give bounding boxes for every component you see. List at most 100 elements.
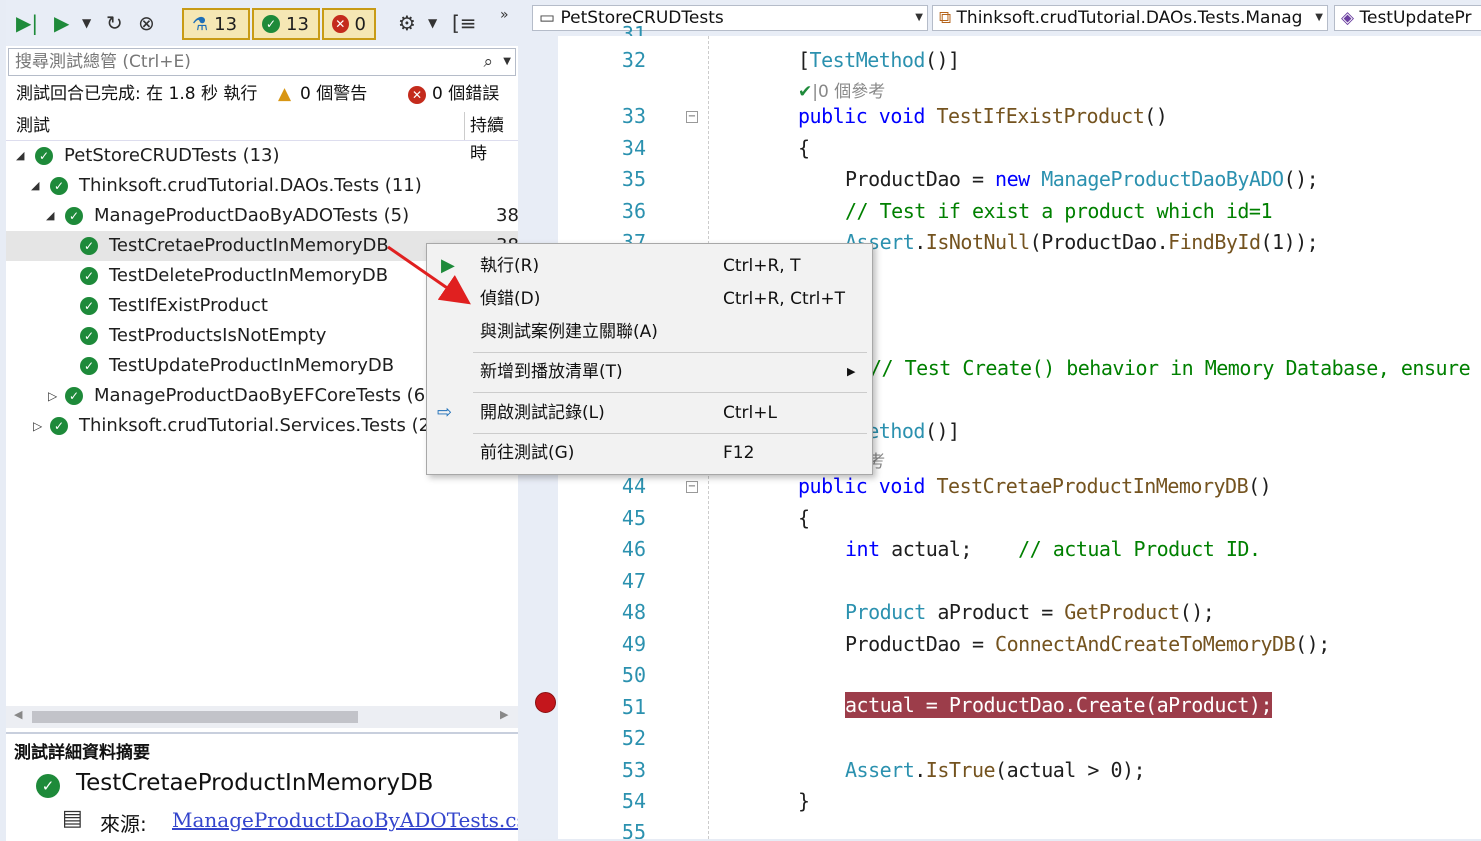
class-dropdown[interactable]: ⧉ Thinksoft.crudTutorial.DAOs.Tests.Mana… (932, 5, 1328, 31)
run-icon[interactable]: ▶ (54, 10, 69, 36)
horizontal-scrollbar[interactable]: ◀ ▶ (6, 706, 518, 728)
expanded-icon[interactable]: ◢ (31, 171, 39, 201)
warning-count[interactable]: 0 個警告 (300, 80, 367, 108)
code-line: Assert.IsNotNull(ProductDao.FindById(1))… (845, 230, 1319, 254)
code-comment: // Test if exist a product which id=1 (845, 199, 1273, 223)
codelens-references[interactable]: ✔|0 個參考 (798, 77, 885, 102)
detail-title: 測試詳細資料摘要 (14, 743, 150, 763)
tree-row-project[interactable]: ◢ ✓ PetStoreCRUDTests (13) (6, 141, 518, 171)
menu-separator (473, 352, 867, 353)
code-comment: // Test Create() behavior in Memory Data… (870, 356, 1481, 380)
line-number: 51 (621, 695, 646, 719)
passed-icon: ✓ (80, 297, 98, 315)
context-menu: ▶ 執行(R) Ctrl+R, T 偵錯(D) Ctrl+R, Ctrl+T 與… (426, 243, 873, 475)
source-file-link[interactable]: ManageProductDaoByADOTests.cs (172, 808, 527, 832)
code-line: ProductDao = new ManageProductDaoByADO()… (845, 167, 1319, 191)
test-detail-summary: 測試詳細資料摘要 ✓ TestCretaeProductInMemoryDB ▤… (6, 732, 527, 841)
passed-tests-counter[interactable]: ✓ 13 (252, 8, 320, 40)
class-icon: ⧉ (939, 8, 957, 28)
project-icon: ▭ (539, 8, 561, 28)
collapsed-icon[interactable]: ▷ (33, 411, 42, 441)
warning-icon: ▲ (278, 84, 292, 104)
line-number: 34 (621, 136, 646, 160)
line-number: 50 (621, 663, 646, 687)
chevron-down-icon[interactable]: ▼ (428, 10, 437, 36)
expanded-icon[interactable]: ◢ (16, 141, 24, 171)
source-label: 來源: (100, 812, 147, 836)
repeat-run-icon[interactable]: ↻ (106, 10, 123, 36)
menu-item-debug[interactable]: 偵錯(D) Ctrl+R, Ctrl+T (427, 283, 872, 315)
menu-item-associate[interactable]: 與測試案例建立關聯(A) (427, 316, 872, 348)
line-number: 52 (621, 726, 646, 750)
line-number: 47 (621, 569, 646, 593)
collapse-icon[interactable]: − (686, 481, 698, 493)
line-number: 48 (621, 600, 646, 624)
line-number: 35 (621, 167, 646, 191)
search-icon[interactable]: ⌕ (483, 49, 493, 75)
document-icon: ▤ (62, 806, 83, 831)
playlist-icon[interactable]: ⚙ (398, 10, 416, 36)
menu-item-open-log[interactable]: ⇨ 開啟測試記錄(L) Ctrl+L (427, 397, 872, 429)
flask-icon: ⚗ (192, 13, 209, 35)
test-explorer-toolbar: ▶| ▶ ▼ ↻ ⊗ ⚗ 13 ✓ 13 ✕ 0 ⚙ ▼ [≡ » (6, 0, 518, 46)
menu-item-go-to-test[interactable]: 前往測試(G) F12 (427, 437, 872, 469)
line-number: 31 (621, 22, 646, 36)
scroll-left-icon[interactable]: ◀ (14, 708, 22, 721)
line-number: 32 (621, 48, 646, 72)
line-number: 46 (621, 537, 646, 561)
breakpoint-icon[interactable] (535, 692, 556, 713)
code-line: public void TestIfExistProduct() (798, 104, 1168, 128)
total-tests-counter[interactable]: ⚗ 13 (182, 8, 250, 40)
scrollbar-thumb[interactable] (32, 711, 358, 723)
passed-icon: ✓ (65, 207, 83, 225)
run-summary: 測試回合已完成: 在 1.8 秒 執行 (16, 84, 258, 104)
open-log-icon: ⇨ (437, 402, 453, 423)
overflow-icon[interactable]: » (500, 2, 509, 28)
collapse-icon[interactable]: − (686, 111, 698, 123)
search-input[interactable]: 搜尋測試總管 (Ctrl+E) ⌕ ▼ (8, 48, 516, 76)
passed-icon: ✓ (50, 417, 68, 435)
scroll-right-icon[interactable]: ▶ (500, 708, 508, 721)
expanded-icon[interactable]: ◢ (46, 201, 54, 231)
menu-item-run[interactable]: ▶ 執行(R) Ctrl+R, T (427, 250, 872, 282)
run-all-icon[interactable]: ▶| (16, 10, 38, 36)
navigation-bar: ▭ PetStoreCRUDTests ▼ ⧉ Thinksoft.crudTu… (530, 0, 1481, 36)
passed-icon: ✓ (80, 327, 98, 345)
line-number: 55 (621, 820, 646, 839)
code-line: { (798, 136, 810, 160)
failed-tests-counter[interactable]: ✕ 0 (322, 8, 376, 40)
collapsed-icon[interactable]: ▷ (48, 381, 57, 411)
passed-icon: ✓ (65, 387, 83, 405)
code-line: public void TestCretaeProductInMemoryDB(… (798, 474, 1272, 498)
menu-item-add-to-playlist[interactable]: 新增到播放清單(T) ▶ (427, 356, 872, 388)
code-line: } (798, 789, 810, 813)
chevron-down-icon[interactable]: ▼ (503, 49, 511, 75)
passed-icon: ✓ (35, 147, 53, 165)
menu-separator (473, 433, 867, 434)
chevron-down-icon[interactable]: ▼ (82, 10, 91, 36)
code-line: ProductDao = ConnectAndCreateToMemoryDB(… (845, 632, 1330, 656)
error-count[interactable]: 0 個錯誤 (432, 80, 499, 108)
column-header-test[interactable]: 測試 (16, 112, 50, 140)
line-number: 53 (621, 758, 646, 782)
error-icon: ✕ (332, 15, 349, 33)
method-icon: ◈ (1341, 8, 1360, 28)
run-status-bar: 測試回合已完成: 在 1.8 秒 執行 ▲ 0 個警告 ✕ 0 個錯誤 (6, 80, 518, 108)
member-dropdown[interactable]: ◈ TestUpdatePr (1334, 5, 1481, 31)
code-line: Product aProduct = GetProduct(); (845, 600, 1215, 624)
group-by-icon[interactable]: [≡ (452, 10, 477, 36)
line-number: 44 (621, 474, 646, 498)
code-line: [TestMethod()] (798, 48, 960, 72)
line-number: 36 (621, 199, 646, 223)
line-number: 45 (621, 506, 646, 530)
tree-row-namespace[interactable]: ◢ ✓ Thinksoft.crudTutorial.DAOs.Tests (1… (6, 171, 518, 201)
tree-row-class[interactable]: ◢ ✓ ManageProductDaoByADOTests (5) 38 (6, 201, 519, 231)
passed-icon: ✓ (80, 237, 98, 255)
submenu-arrow-icon: ▶ (847, 365, 856, 378)
line-number: 49 (621, 632, 646, 656)
menu-separator (473, 392, 867, 393)
cancel-run-icon[interactable]: ⊗ (138, 10, 155, 36)
line-number: 54 (621, 789, 646, 813)
check-icon: ✓ (262, 15, 280, 33)
passed-icon: ✓ (36, 774, 60, 798)
